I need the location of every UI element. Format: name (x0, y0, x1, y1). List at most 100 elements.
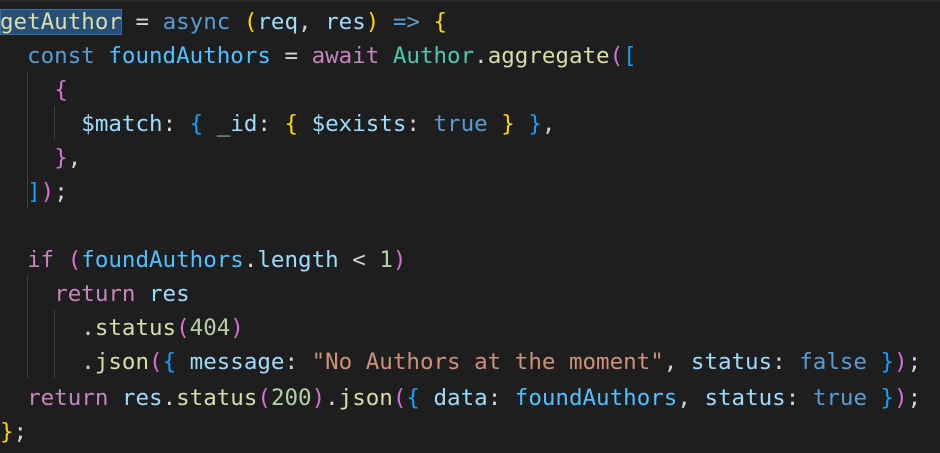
code-line-3[interactable]: { (0, 73, 68, 107)
colon: : (257, 111, 285, 137)
comma: , (298, 9, 326, 35)
colon: : (406, 111, 434, 137)
key-data: data (433, 385, 488, 411)
method-aggregate: aggregate (487, 43, 610, 69)
code-line-9[interactable]: return res (0, 277, 189, 311)
brace: { (54, 77, 68, 103)
key-id: _id (216, 111, 258, 137)
paren: ) (392, 247, 407, 273)
number: 404 (189, 315, 231, 341)
dot: . (162, 385, 177, 411)
comma: , (67, 145, 82, 171)
return-keyword: return (27, 385, 109, 411)
assign-operator: = (121, 9, 163, 35)
return-keyword: return (54, 281, 136, 307)
param-res: res (325, 9, 366, 35)
paren: ) (40, 179, 55, 205)
code-line-7[interactable] (0, 209, 940, 243)
const-keyword: const (27, 43, 95, 69)
key-status: status (704, 385, 786, 411)
paren: ) (894, 385, 908, 411)
await-keyword: await (311, 43, 380, 69)
brace: { (433, 9, 448, 35)
comma: , (541, 111, 556, 137)
function-name[interactable]: getAuthor (0, 9, 122, 35)
code-line-12[interactable]: return res.status(200).json({ data: foun… (0, 381, 921, 415)
bool-false: false (799, 349, 867, 375)
number: 200 (270, 385, 312, 411)
method-json: json (338, 385, 393, 411)
comma: , (663, 349, 691, 375)
code-line-11[interactable]: .json({ message: "No Authors at the mome… (0, 345, 921, 379)
brace: { (189, 111, 204, 137)
code-line-4[interactable]: $match: { _id: { $exists: true } }, (0, 107, 555, 141)
dot: . (243, 247, 258, 273)
key-message: message (189, 349, 285, 375)
colon: : (284, 349, 312, 375)
paren: ( (257, 385, 271, 411)
code-line-8[interactable]: if (foundAuthors.length < 1) (0, 243, 406, 277)
brace: } (880, 385, 895, 411)
dot: . (474, 43, 488, 69)
semicolon: ; (907, 349, 922, 375)
brace: { (406, 385, 420, 411)
paren: ( (392, 385, 407, 411)
key-exists: $exists (311, 111, 407, 137)
variable-foundAuthors: foundAuthors (81, 247, 244, 273)
colon: : (772, 349, 800, 375)
key-status: status (690, 349, 773, 375)
semicolon: ; (54, 179, 68, 205)
brace: } (54, 145, 68, 171)
code-line-5[interactable]: }, (0, 141, 81, 175)
param-req: req (257, 9, 299, 35)
colon: : (487, 385, 515, 411)
class-author: Author (392, 43, 475, 69)
dot: . (81, 349, 95, 375)
bool-true: true (433, 111, 488, 137)
code-line-2[interactable]: const foundAuthors = await Author.aggreg… (0, 39, 637, 73)
dot: . (81, 315, 95, 341)
brace: } (501, 111, 515, 137)
lt-operator: < (338, 247, 380, 273)
code-line-1[interactable]: getAuthor = async (req, res) => { (0, 5, 447, 39)
paren: ( (67, 247, 82, 273)
brace: } (0, 419, 14, 445)
variable-res: res (121, 385, 163, 411)
dot: . (325, 385, 339, 411)
async-keyword: async (162, 9, 231, 35)
paren: ) (311, 385, 326, 411)
paren: ) (894, 349, 908, 375)
code-editor[interactable]: getAuthor = async (req, res) => { const … (0, 0, 940, 453)
comma: , (677, 385, 705, 411)
paren: ( (243, 9, 258, 35)
string-literal: "No Authors at the moment" (311, 349, 664, 375)
paren: ( (609, 43, 624, 69)
variable-foundAuthors: foundAuthors (108, 43, 271, 69)
brace: { (284, 111, 299, 137)
if-keyword: if (27, 247, 55, 273)
semicolon: ; (13, 419, 28, 445)
brace: } (528, 111, 542, 137)
arrow-operator: => (379, 9, 434, 35)
colon: : (162, 111, 190, 137)
code-line-10[interactable]: .status(404) (0, 311, 244, 345)
code-line-13[interactable]: }; (0, 415, 27, 449)
code-line-6[interactable]: ]); (0, 175, 68, 209)
